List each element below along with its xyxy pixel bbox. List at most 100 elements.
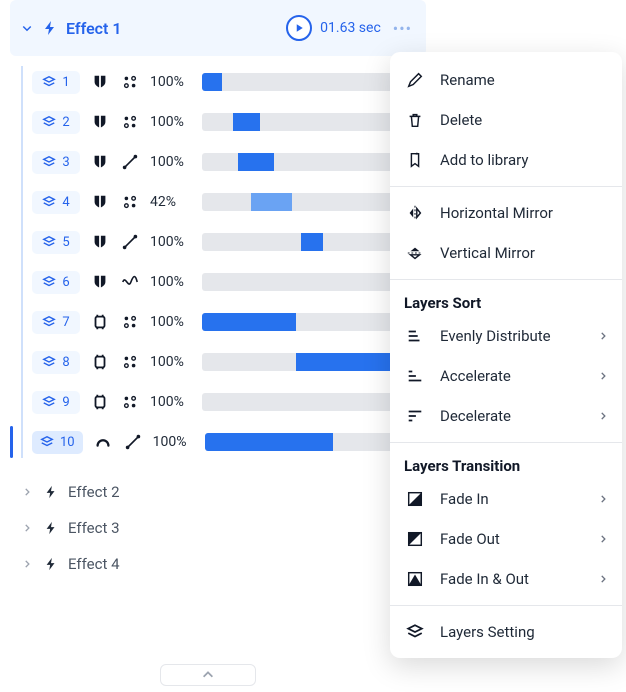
layer-chip[interactable]: 8 [32, 351, 80, 374]
expand-chevron-icon[interactable] [22, 523, 34, 533]
layer-motion-icon[interactable] [120, 392, 140, 412]
layers-icon [404, 621, 426, 643]
layer-motion-icon[interactable] [120, 272, 140, 292]
expand-chevron-icon[interactable] [22, 559, 34, 569]
menu-section-layers-sort: Layers Sort [390, 286, 622, 316]
layer-shape-icon[interactable] [90, 272, 110, 292]
menu-evenly-distribute[interactable]: Evenly Distribute [390, 316, 622, 356]
layers-icon [42, 235, 56, 249]
layer-motion-icon[interactable] [120, 152, 140, 172]
layer-id: 3 [62, 155, 69, 170]
timeline-segment[interactable] [202, 313, 296, 331]
layer-motion-icon[interactable] [120, 112, 140, 132]
layer-id: 4 [62, 195, 69, 210]
menu-label: Delete [440, 111, 608, 129]
layer-shape-icon[interactable] [90, 392, 110, 412]
layer-row[interactable]: 10100% [32, 422, 426, 462]
menu-layers-setting[interactable]: Layers Setting [390, 612, 622, 652]
layer-opacity-value: 100% [150, 354, 192, 370]
layer-row[interactable]: 442% [32, 182, 426, 222]
menu-decelerate[interactable]: Decelerate [390, 396, 622, 436]
layer-opacity-value: 100% [150, 234, 192, 250]
layer-shape-icon[interactable] [90, 152, 110, 172]
layer-motion-icon[interactable] [123, 432, 143, 452]
layer-chip[interactable]: 9 [32, 391, 80, 414]
effect-name: Effect 3 [68, 519, 120, 537]
layer-chip[interactable]: 6 [32, 271, 80, 294]
layer-chip[interactable]: 4 [32, 191, 80, 214]
effect-row-collapsed[interactable]: Effect 4 [22, 546, 426, 582]
layer-row[interactable]: 2100% [32, 102, 426, 142]
layer-row[interactable]: 6100% [32, 262, 426, 302]
layer-motion-icon[interactable] [120, 352, 140, 372]
layer-shape-icon[interactable] [90, 312, 110, 332]
menu-label: Add to library [440, 151, 608, 169]
layer-shape-icon[interactable] [90, 352, 110, 372]
effect-row-collapsed[interactable]: Effect 3 [22, 510, 426, 546]
timeline-segment[interactable] [233, 113, 260, 131]
menu-vertical-mirror[interactable]: Vertical Mirror [390, 233, 622, 273]
layer-shape-icon[interactable] [93, 432, 113, 452]
effect-title: Effect 1 [66, 19, 122, 38]
timeline-segment[interactable] [238, 153, 274, 171]
layers-icon [40, 435, 54, 449]
menu-add-to-library[interactable]: Add to library [390, 140, 622, 180]
menu-label: Vertical Mirror [440, 244, 608, 262]
layer-id: 10 [60, 435, 75, 450]
layer-row[interactable]: 7 100% [32, 302, 426, 342]
vertical-mirror-icon [404, 242, 426, 264]
layer-id: 2 [62, 115, 69, 130]
layer-shape-icon[interactable] [90, 72, 110, 92]
fade-in-out-icon [404, 568, 426, 590]
layer-shape-icon[interactable] [90, 192, 110, 212]
menu-fade-out[interactable]: Fade Out [390, 519, 622, 559]
layer-id: 5 [62, 235, 69, 250]
layer-row[interactable]: 1100% [32, 62, 426, 102]
play-button[interactable] [286, 15, 312, 41]
menu-label: Fade In & Out [440, 570, 584, 588]
layer-opacity-value: 100% [150, 314, 192, 330]
timeline-segment[interactable] [301, 233, 323, 251]
layer-chip[interactable]: 2 [32, 111, 80, 134]
layer-motion-icon[interactable] [120, 72, 140, 92]
menu-fade-in-out[interactable]: Fade In & Out [390, 559, 622, 599]
layer-row[interactable]: 8 100% [32, 342, 426, 382]
layer-id: 7 [62, 315, 69, 330]
decelerate-icon [404, 405, 426, 427]
effect-header[interactable]: Effect 1 01.63 sec ••• [10, 0, 426, 56]
accelerate-icon [404, 365, 426, 387]
layers-icon [42, 315, 56, 329]
layer-shape-icon[interactable] [90, 232, 110, 252]
layer-opacity-value: 100% [150, 394, 192, 410]
layer-motion-icon[interactable] [120, 232, 140, 252]
effect-row-collapsed[interactable]: Effect 2 [22, 474, 426, 510]
collapse-toggle[interactable] [20, 21, 34, 35]
expand-chevron-icon[interactable] [22, 487, 34, 497]
submenu-chevron-icon [598, 331, 608, 341]
timeline-segment[interactable] [202, 73, 222, 91]
layer-chip[interactable]: 1 [32, 71, 80, 94]
layer-shape-icon[interactable] [90, 112, 110, 132]
menu-section-layers-transition: Layers Transition [390, 449, 622, 479]
panel-collapse-button[interactable] [160, 664, 256, 686]
timeline-segment[interactable] [251, 193, 291, 211]
menu-delete[interactable]: Delete [390, 100, 622, 140]
layer-chip[interactable]: 5 [32, 231, 80, 254]
menu-fade-in[interactable]: Fade In [390, 479, 622, 519]
layer-chip[interactable]: 7 [32, 311, 80, 334]
timeline-segment[interactable] [205, 433, 333, 451]
layer-motion-icon[interactable] [120, 312, 140, 332]
menu-rename[interactable]: Rename [390, 60, 622, 100]
menu-accelerate[interactable]: Accelerate [390, 356, 622, 396]
layer-motion-icon[interactable] [120, 192, 140, 212]
layer-row[interactable]: 3100% [32, 142, 426, 182]
pencil-icon [404, 69, 426, 91]
menu-horizontal-mirror[interactable]: Horizontal Mirror [390, 193, 622, 233]
more-options-button[interactable]: ••• [389, 19, 416, 38]
layer-chip[interactable]: 10 [32, 431, 83, 454]
menu-label: Decelerate [440, 407, 584, 425]
layer-chip[interactable]: 3 [32, 151, 80, 174]
layer-row[interactable]: 9 100% [32, 382, 426, 422]
submenu-chevron-icon [598, 534, 608, 544]
layer-row[interactable]: 5 100% [32, 222, 426, 262]
